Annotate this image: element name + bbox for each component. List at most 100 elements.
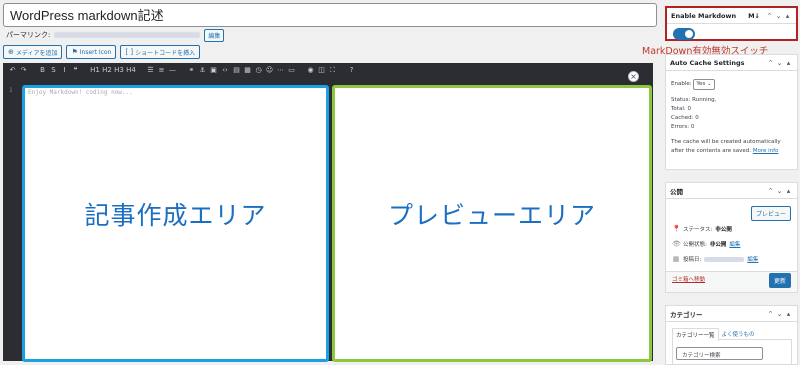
editor-placeholder: Enjoy Markdown! coding now... [28, 89, 133, 96]
collapse-icon[interactable]: ▴ [784, 59, 793, 67]
permalink-edit-button[interactable]: 編集 [204, 28, 225, 42]
link-icon[interactable]: ⚭ [186, 66, 197, 74]
collapse-icon[interactable]: ▴ [784, 310, 793, 318]
shortcode-icon: [ ] [125, 48, 134, 56]
media-button-2[interactable]: [ ] ショートコードを挿入 [120, 45, 201, 59]
trash-link[interactable]: ゴミ箱へ移動 [672, 275, 705, 283]
chevron-down-icon[interactable]: ⌄ [774, 12, 783, 20]
preview-area-label: プレビューエリア [387, 201, 596, 230]
status-value: 非公開 [715, 227, 732, 233]
markdown-logo-icon: M↓ [748, 11, 760, 20]
image-icon[interactable]: ▣ [208, 66, 219, 74]
markdown-toolbar: ↶ ↷ B S I ❝ H1 H2 H3 H4 ☰ ≡ — ⚭ ⚓ ▣ ‹› ▤ ▦ ◷ ☺ ⋯ ▭ ◉ ◫ ⛶? [3, 63, 653, 77]
hr-icon[interactable]: — [167, 66, 178, 74]
preview-icon[interactable]: ◫ [316, 66, 327, 74]
preview-pane: プレビューエリア [332, 85, 652, 362]
visibility-value: 非公開 [709, 242, 727, 248]
close-icon[interactable]: × [628, 71, 639, 82]
permalink-url[interactable] [54, 32, 201, 38]
chevron-up-icon[interactable]: ⌃ [765, 12, 774, 20]
auto-cache-title: Auto Cache Settings [670, 58, 745, 67]
undo-icon[interactable]: ↶ [7, 66, 18, 74]
cache-enable-label: Enable: [671, 81, 692, 87]
unordered-list-icon[interactable]: ☰ [145, 66, 156, 74]
redo-icon[interactable]: ↷ [18, 66, 29, 74]
category-header: カテゴリー ⌃ ⌄ ▴ [666, 306, 797, 322]
date-value [704, 256, 745, 262]
code-block-icon[interactable]: ▤ [231, 66, 242, 74]
h3-button[interactable]: H3 [113, 66, 125, 74]
collapse-icon[interactable]: ▴ [783, 12, 792, 20]
category-box: カテゴリー ⌃ ⌄ ▴ カテゴリー一覧 よく使うもの カテゴリー検索 [665, 305, 798, 365]
enable-markdown-box: Enable Markdown M↓ ⌃ ⌄ ▴ [665, 6, 798, 41]
auto-cache-box: Auto Cache Settings ⌃ ⌄ ▴ Enable: Yes ⌄ … [665, 54, 798, 170]
table-icon[interactable]: ▦ [242, 66, 253, 74]
visibility-edit-link[interactable]: 編集 [729, 240, 740, 248]
category-search-input[interactable]: カテゴリー検索 [676, 347, 763, 360]
post-title-input[interactable]: WordPress markdown記述 [3, 3, 657, 27]
eye-icon: 👁 [672, 240, 681, 248]
chevron-down-icon[interactable]: ⌄ [775, 310, 784, 318]
auto-cache-header: Auto Cache Settings ⌃ ⌄ ▴ [666, 55, 797, 71]
category-title: カテゴリー [670, 310, 703, 319]
help-icon[interactable]: ? [346, 66, 357, 74]
bold-icon[interactable]: B [37, 66, 48, 74]
special-icon[interactable]: ▭ [286, 66, 297, 74]
edit-pane[interactable]: Enjoy Markdown! coding now... 記事作成エリア [22, 85, 329, 362]
cache-cached: Cached: 0 [671, 115, 699, 121]
anchor-icon[interactable]: ⚓ [197, 66, 208, 74]
watch-icon[interactable]: ◉ [305, 66, 316, 74]
strike-icon[interactable]: S [48, 66, 59, 74]
code-icon[interactable]: ‹› [219, 66, 231, 74]
publish-title: 公開 [670, 187, 683, 196]
media-button-1[interactable]: ⚑ Insert Icon [66, 45, 117, 59]
h1-button[interactable]: H1 [89, 66, 101, 74]
media-button-label: Insert Icon [79, 48, 112, 56]
clock-icon[interactable]: ◷ [253, 66, 264, 74]
chevron-down-icon[interactable]: ⌄ [775, 59, 784, 67]
more-icon[interactable]: ⋯ [275, 66, 286, 74]
cache-status: Status: Running, [671, 97, 717, 103]
pin-icon: 📍 [672, 225, 681, 233]
fullscreen-icon[interactable]: ⛶ [327, 66, 338, 75]
cache-more-info-link[interactable]: More info [753, 148, 779, 154]
flag-icon: ⚑ [71, 48, 78, 56]
h4-button[interactable]: H4 [125, 66, 137, 74]
calendar-icon: ▦ [672, 255, 680, 263]
chevron-up-icon[interactable]: ⌃ [766, 59, 775, 67]
line-number: 1 [9, 87, 13, 94]
preview-button[interactable]: プレビュー [750, 206, 791, 221]
permalink-label: パーマリンク: [6, 31, 51, 39]
media-button-0[interactable]: ⊕ メディアを追加 [3, 45, 63, 59]
date-row: ▦ 投稿日: 編集 [672, 255, 759, 263]
update-button[interactable]: 更新 [768, 273, 791, 288]
chevron-up-icon[interactable]: ⌃ [766, 310, 775, 318]
emoji-icon[interactable]: ☺ [264, 66, 275, 74]
cache-errors: Errors: 0 [671, 124, 695, 130]
italic-icon[interactable]: I [59, 66, 70, 74]
chevron-down-icon[interactable]: ⌄ [775, 187, 784, 195]
line-gutter: 1 [3, 77, 20, 361]
chevron-up-icon[interactable]: ⌃ [766, 187, 775, 195]
media-button-label: メディアを追加 [15, 49, 58, 57]
enable-markdown-title: Enable Markdown [671, 11, 737, 20]
edit-area-label: 記事作成エリア [84, 201, 267, 230]
quote-icon[interactable]: ❝ [70, 66, 81, 74]
collapse-icon[interactable]: ▴ [784, 187, 793, 195]
media-icon: ⊕ [8, 48, 14, 56]
cache-enable-select[interactable]: Yes ⌄ [693, 79, 715, 90]
markdown-editor: 1 Enjoy Markdown! coding now... 記事作成エリア … [3, 77, 653, 362]
ordered-list-icon[interactable]: ≡ [156, 66, 167, 74]
publish-box: 公開 ⌃ ⌄ ▴ プレビュー 📍 ステータス: 非公開 👁 公開状態: 非公開 … [665, 182, 798, 293]
h2-button[interactable]: H2 [101, 66, 113, 74]
enable-markdown-header: Enable Markdown M↓ ⌃ ⌄ ▴ [667, 8, 796, 24]
tab-popular-categories[interactable]: よく使うもの [719, 328, 758, 341]
category-tabs: カテゴリー一覧 よく使うもの [672, 328, 758, 341]
auto-cache-body: Enable: Yes ⌄ Status: Running, Total: 0 … [666, 71, 797, 160]
media-button-label: ショートコードを挿入 [135, 49, 196, 57]
markdown-toggle[interactable] [673, 28, 695, 40]
tab-all-categories[interactable]: カテゴリー一覧 [672, 328, 719, 341]
editor-column: WordPress markdown記述 パーマリンク: 編集 ⊕ メディアを追加… [0, 0, 658, 365]
date-edit-link[interactable]: 編集 [747, 255, 758, 263]
permalink-row: パーマリンク: 編集 [6, 28, 225, 42]
